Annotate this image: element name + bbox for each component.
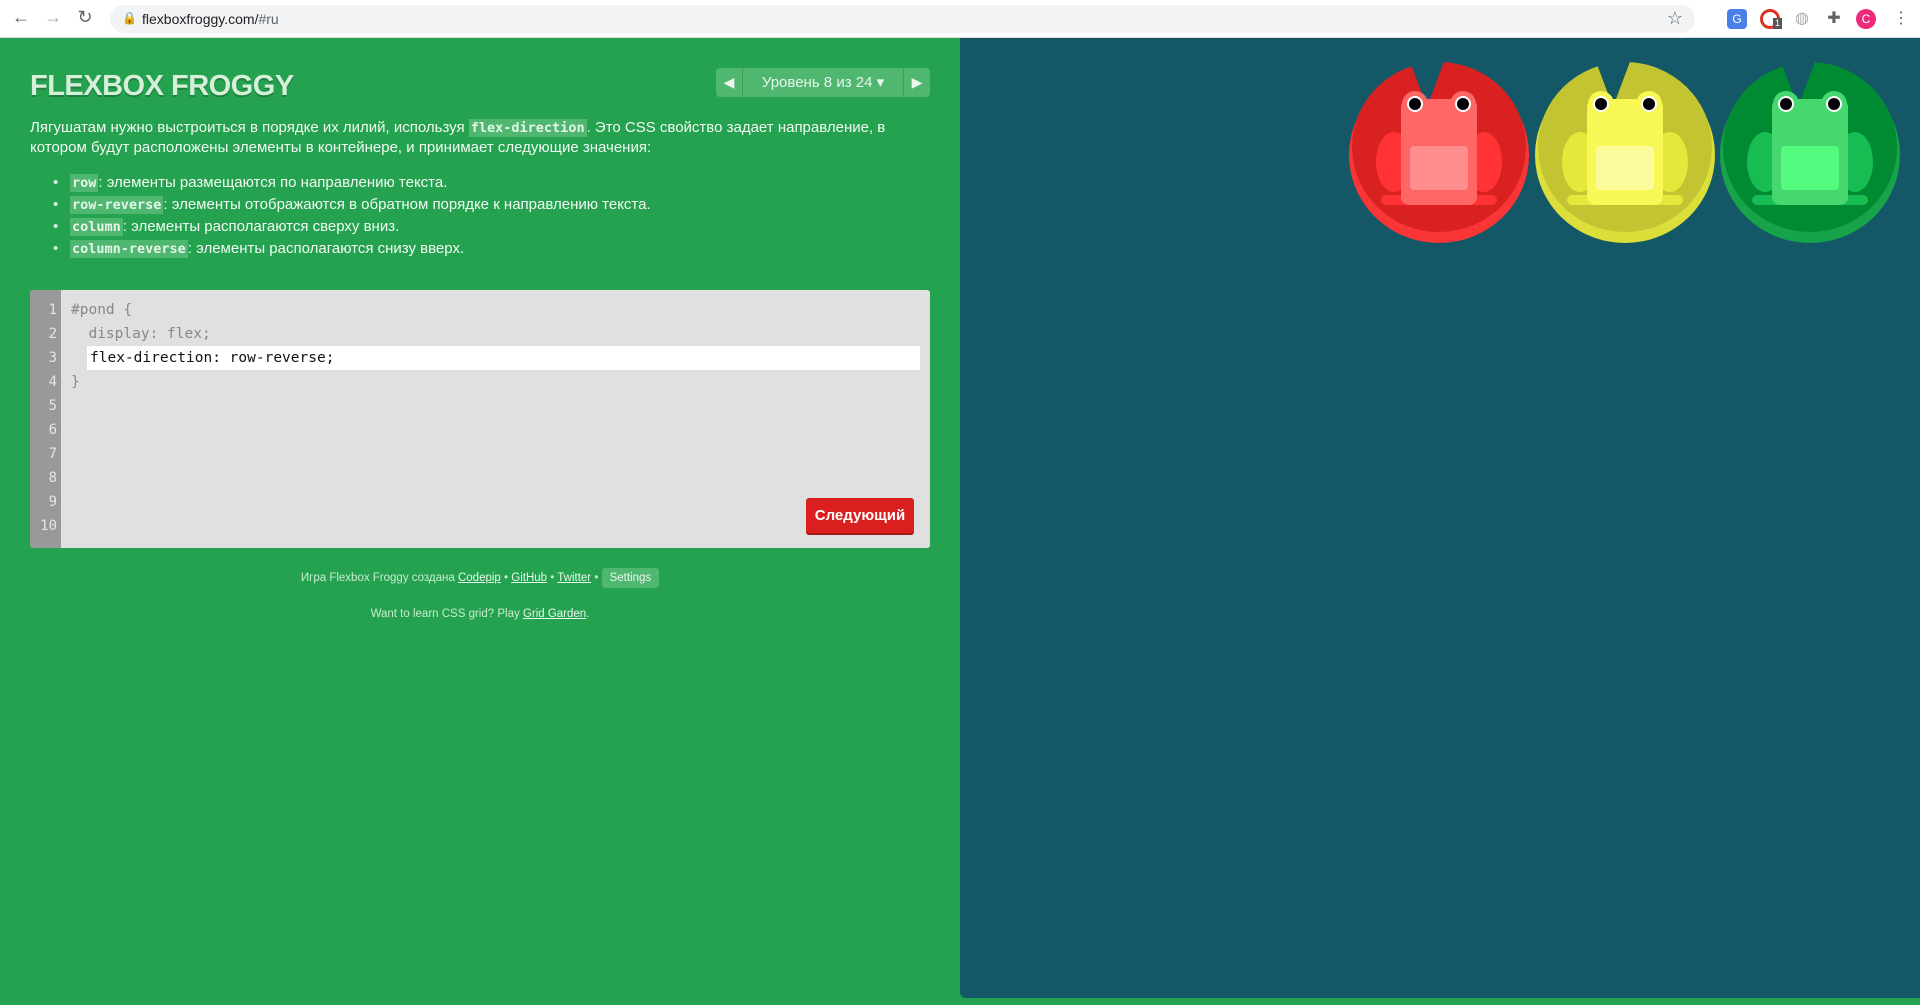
pond [960,38,1920,998]
values-list: row: элементы размещаются по направлению… [53,172,651,260]
frog-eye [1409,98,1421,110]
profile-avatar[interactable]: C [1856,9,1876,29]
twitter-link[interactable]: Twitter [557,572,591,584]
code-editor: 1 2 3 4 5 6 7 8 9 10 #pond { display: flex; } Сле… [30,290,930,548]
code-line-1: #pond { [71,302,133,318]
lock-icon: 🔒 [122,11,137,25]
line-number: 3 [48,350,57,366]
back-icon[interactable]: ← [9,7,33,28]
level-dropdown[interactable]: Уровень 8 из 24 ▾ [743,68,903,97]
list-item: column-reverse: элементы располагаются с… [53,238,651,260]
code-line-4: } [71,374,80,390]
extensions-puzzle-icon[interactable]: ✚ [1824,9,1844,29]
level-selector: ◀ Уровень 8 из 24 ▾ ▶ [716,68,930,97]
frog-eye [1780,98,1792,110]
globe-extension-icon[interactable]: ◍ [1792,9,1812,29]
translate-extension-icon[interactable]: G [1727,9,1747,29]
line-number: 1 [48,302,57,318]
bookmark-star-icon[interactable]: ☆ [1667,8,1683,29]
github-link[interactable]: GitHub [511,572,547,584]
next-button[interactable]: Следующий [806,498,914,533]
line-number: 8 [48,470,57,486]
address-bar[interactable]: 🔒 flexboxfroggy.com/#ru ☆ [110,5,1695,33]
page-title: FLEXBOX FROGGY [30,70,294,102]
menu-kebab-icon[interactable]: ⋮ [1893,8,1909,28]
browser-toolbar: ← → ↻ 🔒 flexboxfroggy.com/#ru ☆ G 1 ◍ ✚ … [0,0,1920,38]
line-number: 10 [40,518,57,534]
frog-eye [1595,98,1607,110]
frog-eye [1828,98,1840,110]
sidebar-panel: FLEXBOX FROGGY ◀ Уровень 8 из 24 ▾ ▶ Ляг… [0,38,960,1005]
frog-eye [1643,98,1655,110]
line-number: 7 [48,446,57,462]
footer-credits: Игра Flexbox Froggy создана Codepip • Gi… [0,568,960,588]
settings-button[interactable]: Settings [601,568,660,588]
reload-icon[interactable]: ↻ [73,7,97,28]
list-item: column: элементы располагаются сверху вн… [53,216,651,238]
adblock-extension-icon[interactable]: 1 [1760,9,1783,29]
url-text: flexboxfroggy.com/#ru [142,11,279,27]
codepip-link[interactable]: Codepip [458,572,501,584]
line-gutter: 1 2 3 4 5 6 7 8 9 10 [30,290,61,548]
grid-garden-link[interactable]: Grid Garden [523,608,586,620]
next-level-button[interactable]: ▶ [903,68,930,97]
line-number: 6 [48,422,57,438]
forward-icon[interactable]: → [41,7,65,28]
line-number: 2 [48,326,57,342]
line-number: 9 [48,494,57,510]
line-number: 4 [48,374,57,390]
list-item: row-reverse: элементы отображаются в обр… [53,194,651,216]
list-item: row: элементы размещаются по направлению… [53,172,651,194]
instructions: Лягушатам нужно выстроиться в порядке их… [30,119,886,156]
grid-garden-promo: Want to learn CSS grid? Play Grid Garden… [370,608,590,620]
line-number: 5 [48,398,57,414]
prev-level-button[interactable]: ◀ [716,68,743,97]
css-input[interactable] [87,346,920,370]
frog-eye [1457,98,1469,110]
code-line-2: display: flex; [71,326,211,342]
pond-scene [1349,59,1900,243]
